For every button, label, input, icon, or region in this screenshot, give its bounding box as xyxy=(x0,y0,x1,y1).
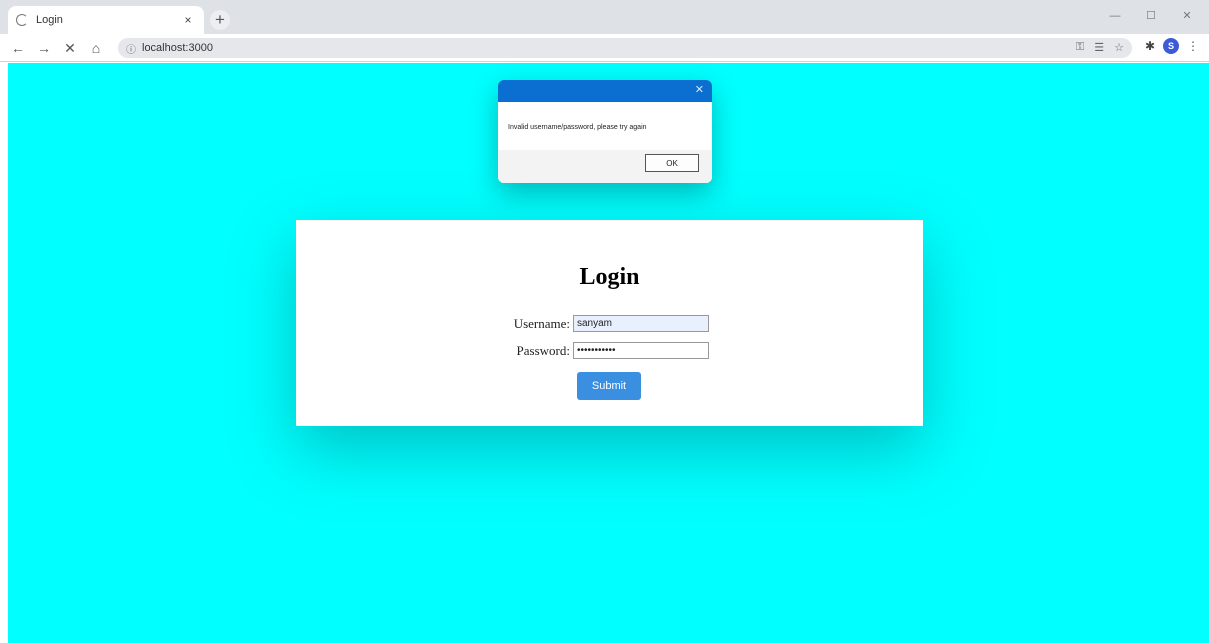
home-icon[interactable]: ⌂ xyxy=(86,38,106,58)
browser-tab[interactable]: Login × xyxy=(8,6,204,34)
loading-icon xyxy=(16,14,28,26)
username-row: Username: xyxy=(296,315,923,332)
alert-title-bar: ✕ xyxy=(498,80,712,102)
login-title: Login xyxy=(579,264,640,290)
tab-close-icon[interactable]: × xyxy=(180,13,196,27)
browser-toolbar: ← → ✕ ⌂ ⓘ localhost:3000 ⚿ ☰ ☆ ✱ S ⋮ xyxy=(0,34,1209,62)
alert-footer: OK xyxy=(498,150,712,183)
reading-list-icon[interactable]: ☰ xyxy=(1094,41,1104,54)
login-card: Login Username: Password: Submit xyxy=(296,220,923,426)
site-info-icon[interactable]: ⓘ xyxy=(126,41,136,56)
page-viewport: Login Username: Password: Submit ✕ Inval… xyxy=(8,63,1209,643)
alert-ok-button[interactable]: OK xyxy=(645,154,699,172)
browser-tabstrip: Login × + — ☐ ✕ xyxy=(0,0,1209,34)
url-text[interactable]: localhost:3000 xyxy=(142,42,213,54)
tab-title: Login xyxy=(36,14,63,26)
close-window-button[interactable]: ✕ xyxy=(1169,4,1205,28)
window-controls: — ☐ ✕ xyxy=(1097,4,1205,28)
browser-menu-icon[interactable]: ⋮ xyxy=(1187,39,1199,53)
stop-loading-icon[interactable]: ✕ xyxy=(60,38,80,58)
minimize-button[interactable]: — xyxy=(1097,4,1133,28)
password-input[interactable] xyxy=(573,342,709,359)
extensions-puzzle-icon[interactable]: ✱ xyxy=(1145,39,1155,53)
omnibox-icons: ⚿ ☰ ☆ xyxy=(1076,41,1124,54)
username-label: Username: xyxy=(513,315,570,331)
profile-avatar[interactable]: S xyxy=(1163,38,1179,54)
toolbar-right: ✱ S ⋮ xyxy=(1145,38,1199,54)
forward-arrow-icon[interactable]: → xyxy=(34,38,54,58)
address-bar[interactable]: ⓘ localhost:3000 ⚿ ☰ ☆ xyxy=(118,38,1132,58)
bookmark-star-icon[interactable]: ☆ xyxy=(1114,41,1124,54)
password-label: Password: xyxy=(516,342,570,358)
maximize-button[interactable]: ☐ xyxy=(1133,4,1169,28)
username-input[interactable] xyxy=(573,315,709,332)
password-key-icon[interactable]: ⚿ xyxy=(1076,41,1084,54)
submit-button[interactable]: Submit xyxy=(577,372,641,400)
new-tab-button[interactable]: + xyxy=(210,10,230,30)
alert-close-icon[interactable]: ✕ xyxy=(695,83,704,96)
back-arrow-icon[interactable]: ← xyxy=(8,38,28,58)
password-row: Password: xyxy=(296,342,923,359)
alert-message: Invalid username/password, please try ag… xyxy=(498,102,712,150)
alert-dialog: ✕ Invalid username/password, please try … xyxy=(498,80,712,183)
